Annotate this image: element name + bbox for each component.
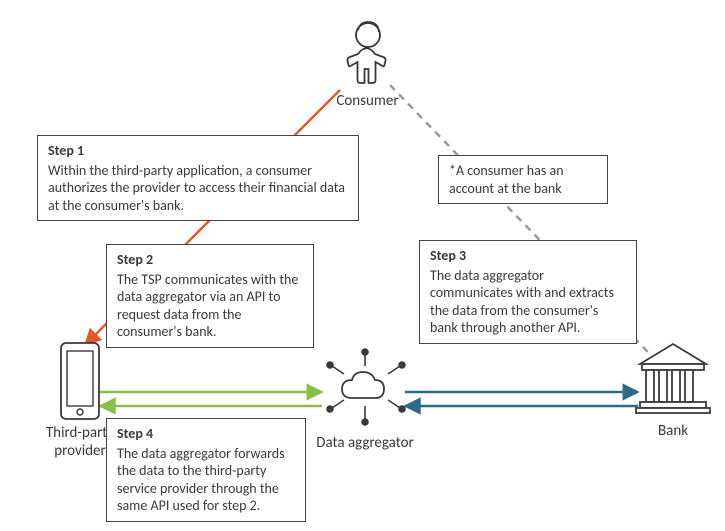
phone-icon bbox=[58, 340, 102, 427]
step2-title: Step 2 bbox=[117, 251, 303, 269]
box-note: *A consumer has an account at the bank bbox=[438, 155, 608, 204]
step2-body: The TSP communicates with the data aggre… bbox=[117, 271, 298, 341]
note-body: *A consumer has an account at the bank bbox=[449, 162, 564, 197]
bank-icon bbox=[632, 336, 714, 423]
step4-body: The data aggregator forwards the data to… bbox=[117, 445, 285, 515]
cloud-network-icon bbox=[322, 348, 408, 439]
step4-title: Step 4 bbox=[117, 425, 295, 443]
person-icon bbox=[338, 20, 398, 95]
box-step-2: Step 2 The TSP communicates with the dat… bbox=[106, 244, 314, 348]
box-step-4: Step 4 The data aggregator forwards the … bbox=[106, 418, 306, 522]
consumer-label: Consumer bbox=[320, 92, 415, 110]
bank-label: Bank bbox=[648, 422, 698, 440]
box-step-3: Step 3 The data aggregator communicates … bbox=[419, 240, 637, 344]
step1-body: Within the third-party application, a co… bbox=[48, 162, 345, 214]
step1-title: Step 1 bbox=[48, 142, 348, 160]
box-step-1: Step 1 Within the third-party applicatio… bbox=[37, 135, 359, 221]
step3-body: The data aggregator communicates with an… bbox=[430, 267, 614, 337]
step3-title: Step 3 bbox=[430, 247, 626, 265]
aggregator-label: Data aggregator bbox=[315, 434, 415, 452]
data-flow-diagram: Consumer Third-party provider Data aggre… bbox=[0, 0, 725, 531]
